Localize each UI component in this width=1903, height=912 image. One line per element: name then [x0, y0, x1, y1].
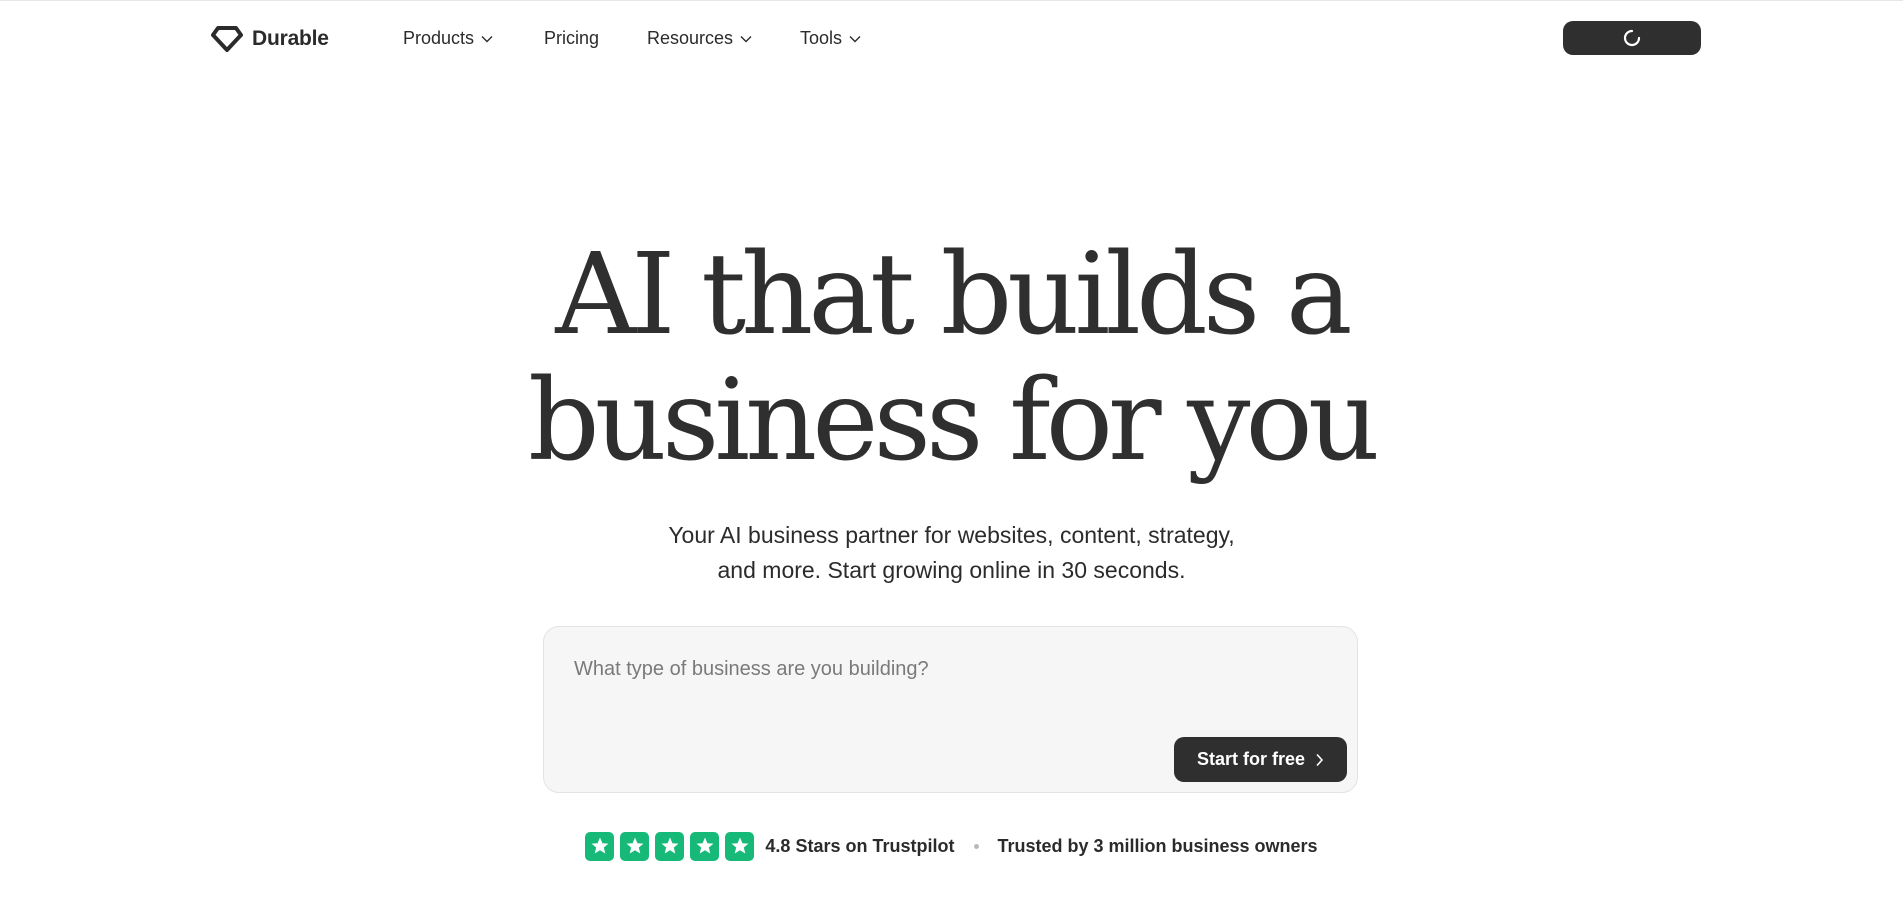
header-cta-button[interactable] [1563, 21, 1701, 55]
chevron-down-icon [849, 36, 861, 43]
hero-subtitle-line-2: and more. Start growing online in 30 sec… [717, 557, 1186, 583]
chevron-down-icon [740, 36, 752, 43]
nav-products[interactable]: Products [403, 26, 493, 50]
hero-title-line-2: business for you [528, 356, 1380, 486]
trusted-by-text: Trusted by 3 million business owners [997, 835, 1318, 856]
trust-bar: 4.8 Stars on Trustpilot Trusted by 3 mil… [0, 831, 1903, 861]
top-navigation: Durable Products Pricing Resources Tools [0, 0, 1903, 76]
hero-title-line-1: AI that builds a [555, 230, 1352, 360]
star-icon [690, 831, 720, 861]
business-type-input[interactable] [574, 649, 1314, 689]
diamond-logo-icon [211, 26, 243, 52]
nav-resources-label: Resources [647, 27, 734, 48]
brand-logo[interactable]: Durable [211, 24, 329, 54]
chevron-down-icon [481, 36, 493, 43]
trustpilot-rating[interactable]: 4.8 Stars on Trustpilot [765, 836, 954, 857]
nav-tools[interactable]: Tools [800, 26, 861, 50]
star-icon [725, 831, 755, 861]
brand-name: Durable [252, 27, 329, 50]
star-icon [655, 831, 685, 861]
nav-pricing[interactable]: Pricing [544, 26, 599, 50]
nav-resources[interactable]: Resources [647, 26, 752, 50]
loading-spinner-icon [1623, 29, 1641, 47]
nav-pricing-label: Pricing [544, 27, 600, 48]
chevron-right-icon [1316, 753, 1324, 766]
hero-title: AI that builds a business for you [0, 232, 1903, 484]
separator-dot [974, 843, 980, 849]
business-prompt-box: Start for free [543, 626, 1358, 793]
star-icon [620, 831, 650, 861]
trustpilot-stars [585, 831, 755, 861]
star-icon [585, 831, 615, 861]
hero-subtitle: Your AI business partner for websites, c… [0, 518, 1903, 588]
nav-products-label: Products [403, 27, 475, 48]
start-for-free-button[interactable]: Start for free [1174, 737, 1347, 782]
hero-subtitle-line-1: Your AI business partner for websites, c… [668, 522, 1235, 548]
start-for-free-label: Start for free [1196, 749, 1306, 769]
nav-tools-label: Tools [800, 27, 843, 48]
